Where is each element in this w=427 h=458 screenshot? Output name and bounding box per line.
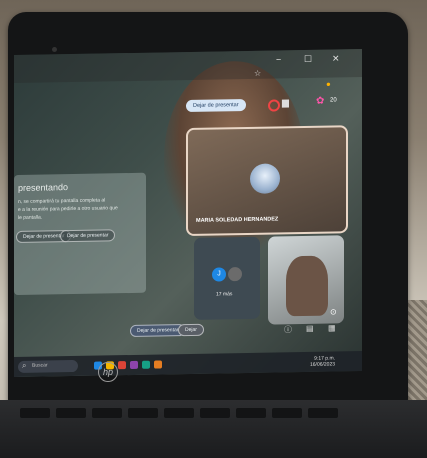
key [92, 408, 122, 418]
others-initial-avatar: J [212, 267, 226, 282]
participant-count: 20 [330, 97, 337, 104]
search-placeholder: Buscar [32, 362, 48, 369]
chrome-icon[interactable] [118, 361, 126, 370]
self-view-face [286, 255, 328, 317]
key [20, 408, 50, 418]
others-avatar-2 [228, 267, 242, 282]
self-view-tile[interactable]: ⊙ [268, 235, 344, 325]
store-icon[interactable] [130, 360, 138, 370]
keyboard [0, 400, 427, 458]
others-count-label: 17 más [216, 291, 233, 298]
taskbar-leave-button[interactable]: Dejar [178, 323, 204, 337]
webcam [52, 47, 57, 52]
clock: 9:17 p.m. 16/06/2023 [310, 355, 335, 367]
stop-presenting-button[interactable]: Dejar de presentar [186, 98, 246, 113]
others-tile[interactable]: J 17 más [194, 236, 260, 320]
key [164, 408, 194, 418]
laptop-screen: − ☐ ✕ ☆ ● presentando n, se compartirá t… [14, 48, 362, 378]
apps-icon[interactable]: ✿ [316, 96, 324, 107]
presenting-text-1: n, se compartirá tu pantalla completa al [18, 197, 106, 205]
info-icon[interactable]: ⓘ [284, 324, 292, 335]
folder-icon[interactable]: ▆ [282, 97, 289, 108]
key [308, 408, 338, 418]
key [236, 408, 266, 418]
chat-icon[interactable]: ▦ [328, 323, 336, 332]
main-participant-tile[interactable]: MARIA SOLEDAD HERNANDEZ [186, 125, 348, 237]
firefox-icon[interactable]: ● [326, 80, 331, 89]
clock-date: 16/06/2023 [310, 361, 336, 368]
hp-logo: hp [98, 362, 118, 382]
key [56, 408, 86, 418]
taskbar-search[interactable]: ⌕ Buscar [18, 359, 78, 373]
close-icon[interactable]: ✕ [332, 53, 340, 64]
app-icon[interactable] [142, 360, 150, 369]
search-icon: ⌕ [22, 360, 27, 370]
presenting-title: presentando [18, 182, 69, 193]
presenting-text-3: le pantalla. [18, 214, 43, 221]
maximize-icon[interactable]: ☐ [304, 54, 312, 65]
app-icon-2[interactable] [154, 360, 162, 369]
key [272, 408, 302, 418]
browser-top-bar: − ☐ ✕ ☆ ● [14, 48, 362, 89]
star-icon[interactable]: ☆ [254, 69, 261, 78]
dialog-stop-button[interactable]: Dejar de presentar [60, 229, 116, 243]
key [200, 408, 230, 418]
presenting-dialog: presentando n, se compartirá tu pantalla… [14, 172, 146, 296]
participant-name: MARIA SOLEDAD HERNANDEZ [196, 216, 279, 224]
participant-avatar [250, 163, 280, 194]
self-view-options-icon[interactable]: ⊙ [330, 307, 337, 316]
key [128, 408, 158, 418]
people-icon[interactable]: ▤ [306, 324, 314, 333]
minimize-icon[interactable]: − [276, 54, 281, 64]
presenting-text-2: e a la reunión para pedirle a otro usuar… [18, 205, 118, 213]
